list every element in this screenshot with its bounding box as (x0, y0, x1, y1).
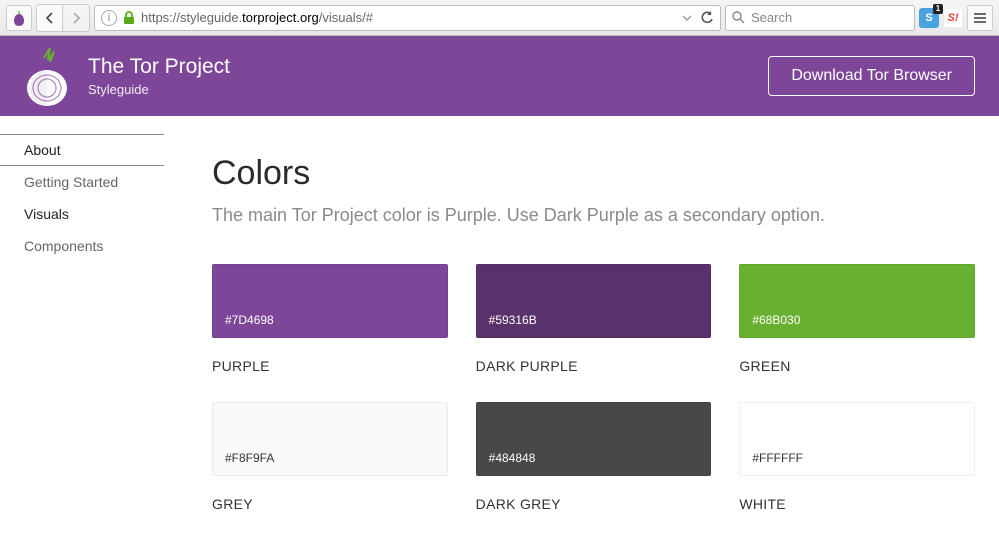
forward-button[interactable] (63, 5, 89, 31)
swatch-name: PURPLE (212, 358, 448, 374)
lock-icon (123, 11, 135, 25)
page-description: The main Tor Project color is Purple. Us… (212, 205, 975, 226)
sidebar-item-about[interactable]: About (0, 134, 164, 166)
swatch-name: GREEN (739, 358, 975, 374)
swatch-box: #59316B (476, 264, 712, 338)
extension-badge: 1 (933, 4, 943, 14)
tor-onion-button[interactable] (6, 5, 32, 31)
color-swatch: #484848 DARK GREY (476, 402, 712, 512)
tor-logo (24, 46, 70, 106)
extension-icon-1[interactable]: S1 (919, 8, 939, 28)
swatch-box: #7D4698 (212, 264, 448, 338)
swatch-hex: #68B030 (752, 313, 800, 327)
download-button[interactable]: Download Tor Browser (768, 56, 975, 96)
content: About Getting Started Visuals Components… (0, 116, 999, 512)
menu-button[interactable] (967, 5, 993, 31)
site-subtitle: Styleguide (88, 82, 230, 97)
sidebar-item-label: Visuals (24, 206, 69, 222)
swatch-hex: #7D4698 (225, 313, 274, 327)
color-swatch: #68B030 GREEN (739, 264, 975, 374)
site-header: The Tor Project Styleguide Download Tor … (0, 36, 999, 116)
search-bar[interactable]: Search (725, 5, 915, 31)
swatch-box: #484848 (476, 402, 712, 476)
url-text: https://styleguide.torproject.org/visual… (141, 10, 676, 25)
back-button[interactable] (37, 5, 63, 31)
swatch-box: #FFFFFF (739, 402, 975, 476)
color-swatch: #59316B DARK PURPLE (476, 264, 712, 374)
sidebar-item-label: Getting Started (24, 174, 118, 190)
browser-chrome: i https://styleguide.torproject.org/visu… (0, 0, 999, 36)
site-title: The Tor Project (88, 55, 230, 79)
sidebar-item-getting-started[interactable]: Getting Started (0, 166, 164, 198)
swatch-hex: #484848 (489, 451, 536, 465)
swatch-hex: #FFFFFF (752, 451, 803, 465)
sidebar-item-label: About (24, 142, 61, 158)
color-swatch: #7D4698 PURPLE (212, 264, 448, 374)
swatch-name: GREY (212, 496, 448, 512)
swatch-name: WHITE (739, 496, 975, 512)
sidebar: About Getting Started Visuals Components (0, 116, 164, 512)
color-swatch: #FFFFFF WHITE (739, 402, 975, 512)
nav-buttons (36, 4, 90, 32)
info-icon[interactable]: i (101, 10, 117, 26)
url-controls (682, 11, 714, 25)
brand: The Tor Project Styleguide (24, 46, 230, 106)
color-swatch: #F8F9FA GREY (212, 402, 448, 512)
main-content: Colors The main Tor Project color is Pur… (164, 116, 999, 512)
sidebar-item-visuals[interactable]: Visuals (0, 198, 164, 230)
dropdown-icon[interactable] (682, 13, 692, 23)
search-icon (732, 11, 745, 24)
brand-text: The Tor Project Styleguide (88, 55, 230, 97)
reload-icon[interactable] (700, 11, 714, 25)
swatch-name: DARK GREY (476, 496, 712, 512)
url-bar[interactable]: i https://styleguide.torproject.org/visu… (94, 5, 721, 31)
swatch-box: #F8F9FA (212, 402, 448, 476)
swatch-name: DARK PURPLE (476, 358, 712, 374)
sidebar-item-components[interactable]: Components (0, 230, 164, 262)
sidebar-item-label: Components (24, 238, 103, 254)
swatch-hex: #F8F9FA (225, 451, 274, 465)
search-placeholder: Search (751, 10, 792, 25)
page-title: Colors (212, 154, 975, 193)
swatch-hex: #59316B (489, 313, 537, 327)
extension-icon-2[interactable]: S! (943, 8, 963, 28)
color-swatch-grid: #7D4698 PURPLE #59316B DARK PURPLE #68B0… (212, 264, 975, 512)
swatch-box: #68B030 (739, 264, 975, 338)
